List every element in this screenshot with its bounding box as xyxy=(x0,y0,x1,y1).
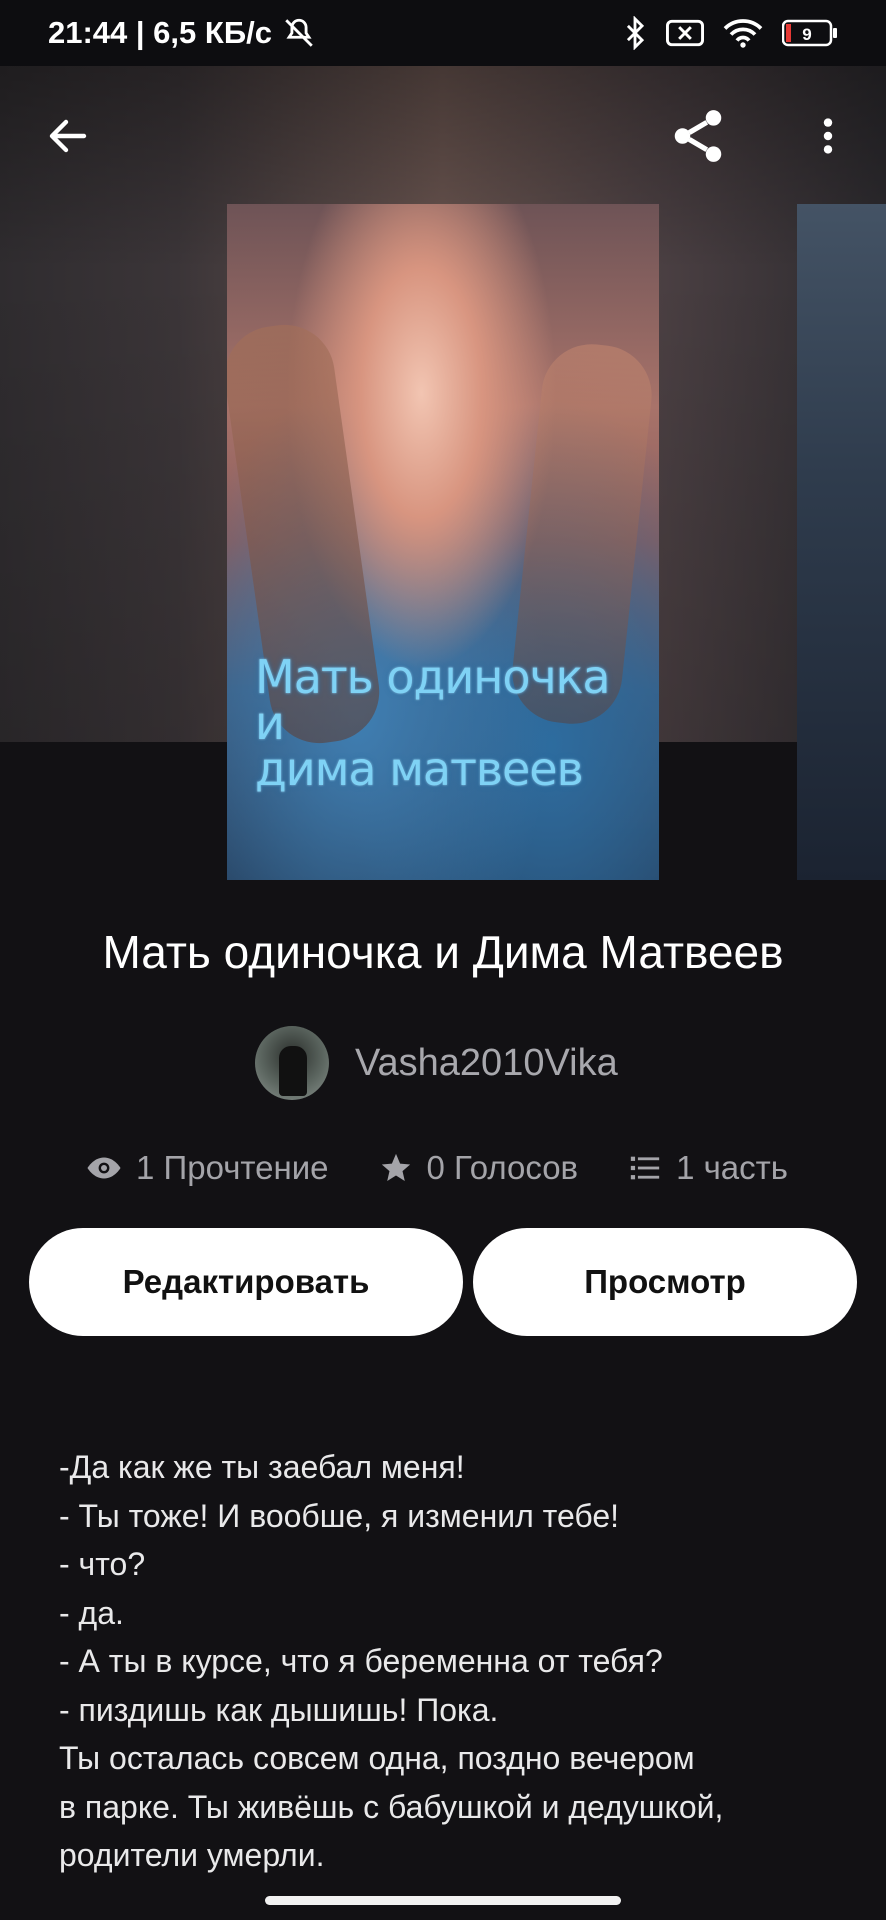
parts-stat: 1 часть xyxy=(628,1149,788,1187)
reads-count: 1 Прочтение xyxy=(136,1149,329,1186)
sim-x-icon xyxy=(666,18,704,48)
list-icon xyxy=(630,1156,660,1180)
description-line: - что? xyxy=(59,1546,146,1582)
preview-button[interactable]: Просмотр xyxy=(473,1228,857,1336)
votes-count: 0 Голосов xyxy=(426,1149,579,1186)
author-avatar xyxy=(255,1026,329,1100)
author-name: Vasha2010Vika xyxy=(355,1041,618,1084)
wifi-icon xyxy=(722,17,764,49)
status-bar: 21:44 | 6,5 КБ/с 9 xyxy=(0,0,886,66)
description-line: - Ты тоже! И вообше, я изменил тебе! xyxy=(59,1497,620,1534)
more-options-button[interactable] xyxy=(788,96,868,176)
cover-title-text: Мать одиночка и дима матвеев xyxy=(255,654,655,792)
edit-button[interactable]: Редактировать xyxy=(29,1228,463,1336)
bluetooth-icon xyxy=(622,16,648,50)
description-line: родители умерли. xyxy=(59,1837,325,1873)
description-line: - А ты в курсе, что я беременна от тебя? xyxy=(59,1643,663,1679)
description-line: - пиздишь как дышишь! Пока. xyxy=(59,1691,499,1728)
description-line: -Да как же ты заебал меня! xyxy=(59,1449,465,1485)
home-indicator[interactable] xyxy=(265,1896,621,1905)
cover-title-line: Мать одиночка xyxy=(255,650,611,704)
story-stats: 1 Прочтение 0 Голосов 1 часть xyxy=(86,1140,788,1196)
battery-level: 9 xyxy=(802,25,811,44)
story-cover-image[interactable]: Мать одиночка и дима матвеев xyxy=(227,204,659,880)
battery-icon: 9 xyxy=(782,19,838,47)
parts-count: 1 часть xyxy=(676,1149,788,1186)
status-time-speed: 21:44 | 6,5 КБ/с xyxy=(48,15,272,50)
next-cover-image[interactable] xyxy=(797,204,886,880)
story-description: -Да как же ты заебал меня! - Ты тоже! И … xyxy=(59,1443,839,1880)
description-line: Ты осталась совсем одна, поздно вечером xyxy=(59,1740,695,1776)
back-button[interactable] xyxy=(28,96,108,176)
mute-icon xyxy=(282,16,316,50)
cover-title-line: и xyxy=(255,696,285,750)
description-line: - да. xyxy=(59,1594,124,1631)
cover-title-line: дима матвеев xyxy=(255,742,584,796)
story-details-screen: 21:44 | 6,5 КБ/с 9 Мать одиночка и дима … xyxy=(0,0,886,1920)
votes-stat: 0 Голосов xyxy=(379,1149,579,1187)
more-vert-icon xyxy=(823,118,833,154)
author-link[interactable]: Vasha2010Vika xyxy=(255,1026,618,1100)
story-title: Мать одиночка и Дима Матвеев xyxy=(102,926,784,978)
top-app-bar xyxy=(0,66,886,206)
star-icon xyxy=(381,1153,410,1182)
arrow-back-icon xyxy=(49,119,87,153)
share-icon xyxy=(674,110,722,162)
reads-stat: 1 Прочтение xyxy=(86,1149,329,1187)
description-line: в парке. Ты живёшь с бабушкой и дедушкой… xyxy=(59,1788,724,1825)
share-button[interactable] xyxy=(658,96,738,176)
eye-icon xyxy=(87,1157,121,1179)
